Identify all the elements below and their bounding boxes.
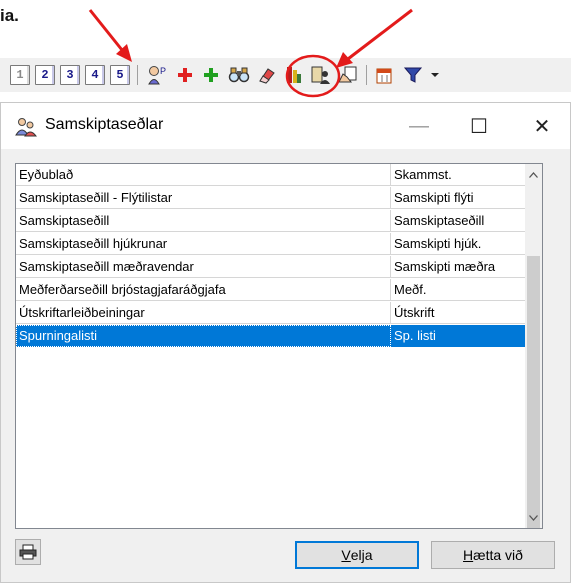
select-button-label: elja — [350, 547, 373, 563]
list-item[interactable]: Útskriftarleiðbeiningar Útskrift — [16, 302, 528, 325]
print-button[interactable] — [15, 539, 41, 565]
list-item-abbr: Sp. listi — [391, 325, 528, 347]
list-item[interactable]: Samskiptaseðill - Flýtilistar Samskipti … — [16, 187, 528, 210]
list-item[interactable]: Samskiptaseðill Samskiptaseðill — [16, 210, 528, 233]
vertical-scrollbar[interactable] — [525, 164, 542, 528]
dialog-titlebar[interactable]: Samskiptaseðlar — ☐ ✕ — [1, 103, 570, 149]
scroll-up-icon[interactable] — [525, 166, 542, 183]
list-item-name: Útskriftarleiðbeiningar — [16, 302, 391, 324]
close-button[interactable]: ✕ — [519, 109, 565, 143]
cancel-button-accesskey: H — [463, 547, 474, 563]
dialog-window: Samskiptaseðlar — ☐ ✕ Eyðublað Skammst. … — [0, 102, 571, 583]
list-item-abbr: Samskipti mæðra — [391, 256, 528, 278]
red-highlight-circle — [285, 54, 341, 98]
list-header: Eyðublað Skammst. — [16, 164, 528, 187]
list-item-name: Samskiptaseðill — [16, 210, 391, 232]
list-item-name: Samskiptaseðill mæðravendar — [16, 256, 391, 278]
form-list[interactable]: Eyðublað Skammst. Samskiptaseðill - Flýt… — [15, 163, 543, 529]
list-item[interactable]: Samskiptaseðill mæðravendar Samskipti mæ… — [16, 256, 528, 279]
list-item-abbr: Útskrift — [391, 302, 528, 324]
red-arrow-right — [343, 8, 413, 64]
column-header-name[interactable]: Eyðublað — [16, 164, 391, 186]
minimize-button[interactable]: — — [396, 109, 442, 143]
list-item-abbr: Meðf. — [391, 279, 528, 301]
list-item-abbr: Samskiptaseðill — [391, 210, 528, 232]
select-button[interactable]: Velja — [295, 541, 419, 569]
cancel-button-label: ætta við — [473, 547, 523, 563]
red-arrow-left — [88, 9, 128, 56]
list-item[interactable]: Meðferðarseðill brjóstagjafaráðgjafa Með… — [16, 279, 528, 302]
list-item-name: Samskiptaseðill - Flýtilistar — [16, 187, 391, 209]
dialog-title: Samskiptaseðlar — [45, 116, 164, 133]
list-item-name: Meðferðarseðill brjóstagjafaráðgjafa — [16, 279, 391, 301]
scroll-down-icon[interactable] — [525, 509, 542, 526]
maximize-button[interactable]: ☐ — [456, 109, 502, 143]
scrollbar-thumb[interactable] — [527, 256, 540, 528]
list-item-abbr: Samskipti flýti — [391, 187, 528, 209]
list-item-name: Spurningalisti — [16, 325, 391, 347]
cancel-button[interactable]: Hætta við — [431, 541, 555, 569]
annotation-overlay — [88, 8, 413, 98]
list-item-selected[interactable]: Spurningalisti Sp. listi — [16, 325, 528, 348]
column-header-abbr[interactable]: Skammst. — [391, 164, 528, 186]
red-arrow-right-head — [336, 52, 353, 68]
select-button-accesskey: V — [341, 547, 351, 563]
printer-icon — [19, 544, 37, 560]
app-people-icon — [15, 117, 38, 142]
list-item-name: Samskiptaseðill hjúkrunar — [16, 233, 391, 255]
list-item-abbr: Samskipti hjúk. — [391, 233, 528, 255]
list-item[interactable]: Samskiptaseðill hjúkrunar Samskipti hjúk… — [16, 233, 528, 256]
